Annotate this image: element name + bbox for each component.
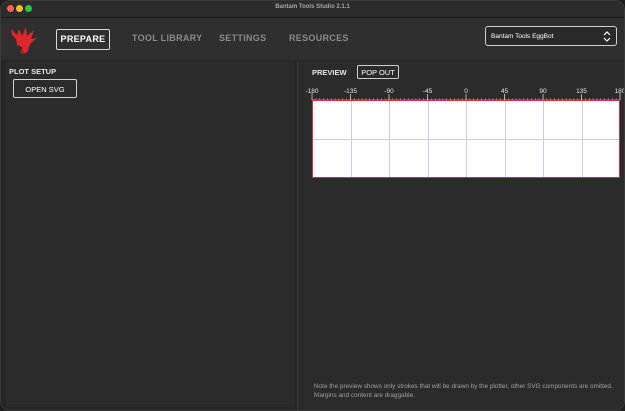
phoenix-logo-icon xyxy=(11,27,37,54)
chevron-up-down-icon xyxy=(603,31,611,42)
plot-preview-canvas[interactable] xyxy=(312,100,620,178)
app-window: Bantam Tools Studio 2.1.1 PREPARE TOOL L… xyxy=(0,0,625,411)
preview-ruler xyxy=(311,93,621,101)
tab-resources[interactable]: RESOURCES xyxy=(289,29,349,48)
tab-prepare[interactable]: PREPARE xyxy=(56,29,110,50)
preview-panel: PREVIEW POP OUT -180 -135 -90 -45 0 45 9… xyxy=(297,61,624,410)
tab-settings[interactable]: SETTINGS xyxy=(219,29,266,48)
window-title: Bantam Tools Studio 2.1.1 xyxy=(275,4,350,10)
tab-tool-library[interactable]: TOOL LIBRARY xyxy=(132,29,202,48)
title-bar: Bantam Tools Studio 2.1.1 xyxy=(1,1,624,18)
top-navigation: PREPARE TOOL LIBRARY SETTINGS RESOURCES … xyxy=(1,18,624,60)
machine-select[interactable]: Bantam Tools EggBot xyxy=(485,26,617,46)
grid-line xyxy=(313,139,619,140)
machine-select-value: Bantam Tools EggBot xyxy=(491,33,554,40)
open-svg-button[interactable]: OPEN SVG xyxy=(13,79,77,98)
plot-setup-heading: PLOT SETUP xyxy=(9,67,57,76)
preview-note: Note the preview shows only strokes that… xyxy=(314,383,613,399)
plot-setup-panel: PLOT SETUP OPEN SVG xyxy=(6,61,295,407)
